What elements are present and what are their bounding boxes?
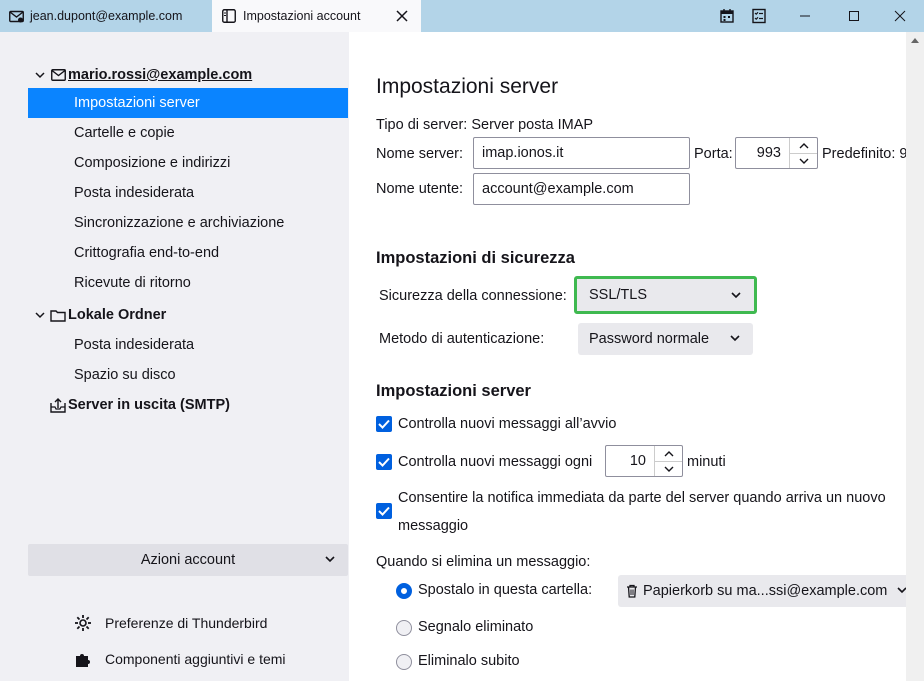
server-settings-heading: Impostazioni server (376, 382, 531, 400)
check-interval-value: 10 (629, 453, 646, 469)
minimize-icon[interactable] (794, 5, 816, 27)
mail-icon (8, 8, 24, 24)
tab-account-settings-label: Impostazioni account (243, 9, 361, 23)
preferences-label: Preferenze di Thunderbird (105, 615, 268, 631)
account-sidebar: mario.rossi@example.com Impostazioni ser… (0, 32, 349, 681)
delete-now-label[interactable]: Eliminalo subito (418, 653, 520, 669)
username-label: Nome utente: (376, 181, 464, 197)
outbox-icon (50, 397, 66, 413)
mark-deleted-label[interactable]: Segnalo eliminato (418, 619, 533, 635)
push-notify-checkbox[interactable] (376, 503, 392, 519)
username-input[interactable]: account@example.com (473, 173, 690, 205)
increment-icon[interactable] (655, 446, 682, 461)
close-icon[interactable] (889, 5, 911, 27)
minutes-label: minuti (687, 454, 726, 470)
smtp-row[interactable]: Server in uscita (SMTP) (28, 390, 348, 420)
server-type-label: Tipo di server: Server posta IMAP (376, 117, 594, 133)
port-value: 993 (756, 145, 781, 161)
calendar-icon[interactable] (716, 5, 738, 27)
trash-folder-value: Papierkorb su ma...ssi@example.com (643, 583, 888, 599)
delete-now-radio[interactable] (396, 654, 412, 670)
decrement-icon[interactable] (790, 153, 817, 168)
account-actions-button[interactable]: Azioni account (28, 544, 348, 576)
move-to-folder-label[interactable]: Spostalo in questa cartella: (418, 582, 592, 598)
move-to-folder-radio[interactable] (396, 583, 412, 599)
page-title: Impostazioni server (376, 75, 559, 98)
scrollbar[interactable] (906, 32, 924, 681)
port-label: Porta: (694, 146, 733, 162)
connection-security-value: SSL/TLS (589, 287, 648, 303)
push-notify-label-line1[interactable]: Consentire la notifica immediata da part… (398, 490, 886, 506)
close-tab-icon[interactable] (393, 7, 411, 25)
check-interval-checkbox[interactable] (376, 454, 392, 470)
auth-method-value: Password normale (589, 331, 710, 347)
local-folders-row[interactable]: Lokale Ordner (28, 300, 348, 330)
check-interval-stepper[interactable]: 10 (605, 445, 683, 477)
mark-deleted-radio[interactable] (396, 620, 412, 636)
trash-folder-select[interactable]: Papierkorb su ma...ssi@example.com (618, 575, 906, 607)
trash-icon (626, 584, 638, 598)
sidebar-item-sync[interactable]: Sincronizzazione e archiviazione (28, 208, 348, 238)
addons-label: Componenti aggiuntivi e temi (105, 651, 286, 667)
smtp-label: Server in uscita (SMTP) (68, 397, 230, 413)
account-row[interactable]: mario.rossi@example.com (28, 60, 348, 90)
sidebar-item-composition[interactable]: Composizione e indirizzi (28, 148, 348, 178)
push-notify-label-line2[interactable]: messaggio (398, 518, 468, 534)
security-heading: Impostazioni di sicurezza (376, 249, 575, 267)
decrement-icon[interactable] (655, 461, 682, 476)
server-name-label: Nome server: (376, 146, 464, 162)
chevron-down-icon (729, 332, 741, 348)
chevron-down-icon (896, 584, 906, 600)
auth-method-label: Metodo di autenticazione: (379, 331, 545, 347)
sidebar-item-e2e[interactable]: Crittografia end-to-end (28, 238, 348, 268)
delete-behavior-label: Quando si elimina un messaggio: (376, 554, 591, 570)
chevron-down-icon (730, 289, 742, 305)
connection-security-label: Sicurezza della connessione: (379, 288, 567, 304)
local-folders-label: Lokale Ordner (68, 307, 167, 323)
tab-mail-label: jean.dupont@example.com (30, 9, 183, 23)
maximize-icon[interactable] (843, 5, 865, 27)
mail-icon (50, 67, 66, 83)
check-interval-label[interactable]: Controlla nuovi messaggi ogni (398, 454, 592, 470)
chevron-down-icon[interactable] (33, 68, 47, 82)
check-startup-label[interactable]: Controlla nuovi messaggi all’avvio (398, 416, 616, 432)
sidebar-item-receipts[interactable]: Ricevute di ritorno (28, 268, 348, 298)
connection-security-select[interactable]: SSL/TLS (574, 276, 757, 314)
check-startup-checkbox[interactable] (376, 416, 392, 432)
addons-link[interactable]: Componenti aggiuntivi e temi (74, 647, 286, 671)
tab-mail[interactable]: jean.dupont@example.com (0, 0, 210, 32)
sidebar-item-disk-space[interactable]: Spazio su disco (28, 360, 348, 390)
account-name: mario.rossi@example.com (68, 67, 253, 83)
sidebar-item-server-settings[interactable]: Impostazioni server (28, 88, 348, 118)
puzzle-icon (74, 650, 92, 668)
settings-pane: Impostazioni server Tipo di server: Serv… (349, 32, 906, 681)
account-actions-label: Azioni account (140, 552, 236, 568)
gear-icon (74, 614, 92, 632)
port-default-label: Predefinito: 993 (822, 146, 906, 162)
settings-tab-icon (221, 8, 237, 24)
preferences-link[interactable]: Preferenze di Thunderbird (74, 611, 267, 635)
sidebar-item-folders-copies[interactable]: Cartelle e copie (28, 118, 348, 148)
server-name-input[interactable]: imap.ionos.it (473, 137, 690, 169)
title-bar: jean.dupont@example.com Impostazioni acc… (0, 0, 924, 32)
tasks-icon[interactable] (748, 5, 770, 27)
tab-account-settings[interactable]: Impostazioni account (212, 0, 421, 32)
chevron-down-icon[interactable] (33, 308, 47, 322)
sidebar-item-junk[interactable]: Posta indesiderata (28, 178, 348, 208)
auth-method-select[interactable]: Password normale (578, 323, 753, 355)
chevron-down-icon (324, 553, 336, 569)
increment-icon[interactable] (790, 138, 817, 153)
folder-icon (50, 307, 66, 323)
port-stepper[interactable]: 993 (735, 137, 818, 169)
scroll-up-icon[interactable] (911, 38, 919, 43)
sidebar-item-local-junk[interactable]: Posta indesiderata (28, 330, 348, 360)
